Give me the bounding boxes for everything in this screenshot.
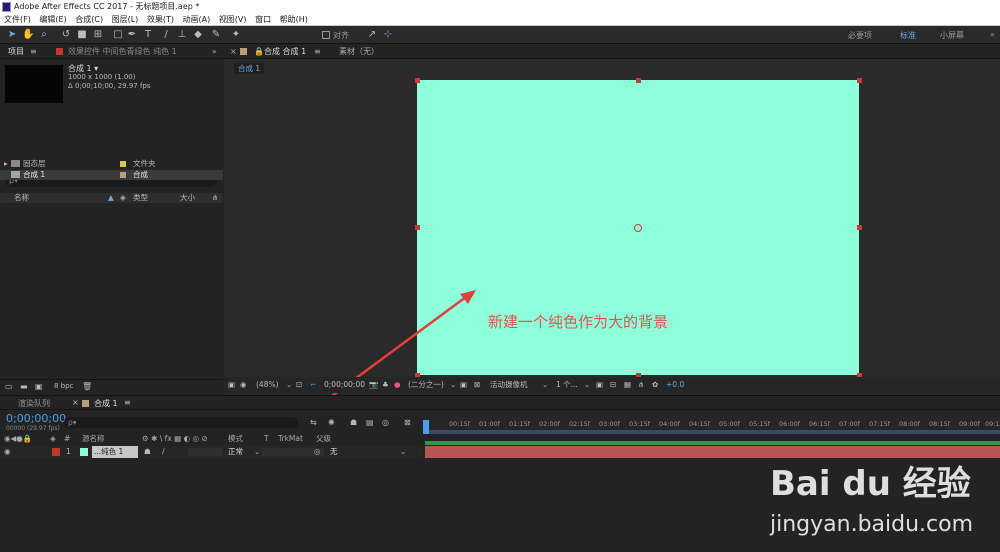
chevron-down-icon[interactable]: ⌄	[584, 377, 590, 393]
ruler-tick: 01:00f	[479, 420, 501, 428]
exposure-value[interactable]: +0.0	[666, 377, 684, 393]
hide-shy-icon[interactable]: ☗	[350, 418, 357, 427]
comp-color-icon	[82, 400, 89, 407]
ruler-tick: 04:00f	[659, 420, 681, 428]
ruler-tick: 08:15f	[929, 420, 951, 428]
exposure-icon[interactable]: ✿	[652, 377, 658, 393]
viewer-timecode[interactable]: 0;00;00;00	[324, 377, 365, 393]
layer-label-icon[interactable]	[52, 448, 60, 456]
ruler-tick: 03:00f	[599, 420, 621, 428]
av-switches-icon[interactable]: ◉◀●🔒	[4, 434, 32, 444]
safe-margins-icon[interactable]: ⊡	[296, 377, 302, 393]
ruler-tick: 05:00f	[719, 420, 741, 428]
frame-rate-info: 00000 (29.97 fps)	[6, 425, 60, 432]
views-dropdown[interactable]: 1 个...	[556, 377, 578, 393]
chevron-down-icon[interactable]: ⌄	[254, 446, 260, 458]
chevron-down-icon[interactable]: ⌄	[542, 377, 548, 393]
roi-icon[interactable]: ▣	[460, 377, 467, 393]
number-col-icon[interactable]: #	[64, 434, 70, 444]
chevron-down-icon[interactable]: ⌄	[286, 377, 292, 393]
parent-dropdown[interactable]: 无	[330, 446, 338, 458]
panel-menu-icon[interactable]: ≡	[124, 398, 131, 407]
ruler-tick: 07:00f	[839, 420, 861, 428]
layer-outline: ◉◀●🔒 ◈ # 源名称 ⚙ ✱ \ fx ▦ ◐ ◎ ⊘ 模式 T TrkMa…	[0, 434, 423, 552]
baidu-watermark: Bai du 经验 jingyan.baidu.com	[760, 446, 1000, 552]
timeline-comp-tab[interactable]: 合成 1	[94, 398, 118, 409]
timeline-tabs: 渲染队列 × 合成 1 ≡	[0, 396, 1000, 410]
fast-preview-icon[interactable]: ⊟	[610, 377, 616, 393]
eye-icon[interactable]: ◉	[4, 446, 11, 458]
channel-icon[interactable]: ●	[394, 377, 401, 393]
table-row[interactable]: ◉ 1 ...纯色 1 ☗ / 正常 ⌄ ◎ 无 ⌄	[0, 446, 423, 458]
chevron-down-icon[interactable]: ⌄	[450, 377, 456, 393]
layer-name[interactable]: ...纯色 1	[92, 446, 138, 458]
flowchart-icon[interactable]: ⋔	[638, 377, 644, 393]
ruler-tick: 02:00f	[539, 420, 561, 428]
ruler-tick: 08:00f	[899, 420, 921, 428]
ruler-tick: 04:15f	[689, 420, 711, 428]
render-queue-tab[interactable]: 渲染队列	[18, 398, 50, 409]
motion-blur-icon[interactable]: ◎	[382, 418, 389, 427]
col-trkmat[interactable]: TrkMat	[278, 434, 303, 444]
transparency-grid-icon[interactable]: ⊠	[474, 377, 480, 393]
quality-switch-icon[interactable]: /	[162, 446, 165, 458]
frame-blending-icon[interactable]: ▤	[366, 418, 374, 427]
resolution-dropdown[interactable]: (二分之一)	[408, 377, 444, 393]
layer-number: 1	[66, 447, 71, 456]
viewer-controls: ▣ ◉ (48%) ⌄ ⊡ ⌐ 0;00;00;00 📷 ♣ ● (二分之一) …	[224, 377, 1000, 393]
layer-mode-dropdown[interactable]: 正常	[228, 446, 243, 458]
chevron-down-icon[interactable]: ⌄	[400, 446, 406, 458]
ruler-tick: 01:15f	[509, 420, 531, 428]
ruler-tick: 03:15f	[629, 420, 651, 428]
ruler-tick: 09:15f	[985, 420, 1000, 428]
ruler-tick: 02:15f	[569, 420, 591, 428]
playhead-icon[interactable]	[423, 420, 429, 434]
layer-switches-icon[interactable]: ⚙ ✱ \ fx ▦ ◐ ◎ ⊘	[142, 434, 208, 444]
region-icon[interactable]: ⌐	[310, 377, 316, 393]
ruler-tick: 09:00f	[959, 420, 981, 428]
show-snapshot-icon[interactable]: ♣	[382, 377, 389, 393]
magnifier-icon[interactable]: ◉	[240, 377, 247, 393]
switch-boxes[interactable]	[188, 448, 222, 456]
toggle-pixel-icon[interactable]: ▣	[596, 377, 603, 393]
ruler-tick: 05:15f	[749, 420, 771, 428]
pick-whip-icon[interactable]: ◎	[314, 446, 321, 458]
always-preview-icon[interactable]: ▣	[228, 377, 235, 393]
layer-columns-header: ◉◀●🔒 ◈ # 源名称 ⚙ ✱ \ fx ▦ ◐ ◎ ⊘ 模式 T TrkMa…	[0, 434, 423, 444]
snapshot-icon[interactable]: 📷	[369, 377, 378, 393]
ruler-tick: 07:15f	[869, 420, 891, 428]
watermark-brand: Bai du 经验	[770, 464, 971, 504]
comp-duration-bar	[425, 441, 1000, 445]
draft-3d-icon[interactable]: ✺	[328, 418, 335, 427]
ruler-tick: 00:15f	[449, 420, 471, 428]
watermark-url: jingyan.baidu.com	[770, 512, 974, 537]
col-t[interactable]: T	[264, 434, 269, 444]
camera-dropdown[interactable]: 活动摄像机	[490, 377, 528, 393]
graph-editor-icon[interactable]: ⊠	[404, 418, 411, 427]
timeline-search-input[interactable]: ρ▾	[64, 417, 298, 428]
annotation-text: 新建一个纯色作为大的背景	[488, 313, 669, 331]
solid-swatch-icon	[80, 448, 88, 456]
col-mode[interactable]: 模式	[228, 434, 243, 444]
zoom-dropdown[interactable]: (48%)	[256, 377, 279, 393]
col-source-name[interactable]: 源名称	[82, 434, 105, 444]
close-tab-icon[interactable]: ×	[72, 398, 79, 407]
work-area-bar[interactable]	[425, 430, 1000, 434]
label-col-icon[interactable]: ◈	[50, 434, 56, 444]
ruler-tick: 06:15f	[809, 420, 831, 428]
comp-mini-flow-icon[interactable]: ⇆	[310, 418, 317, 427]
col-parent[interactable]: 父级	[316, 434, 331, 444]
timeline-icon[interactable]: ▦	[624, 377, 631, 393]
current-timecode[interactable]: 0;00;00;00	[6, 412, 66, 425]
ruler-tick: 06:00f	[779, 420, 801, 428]
shy-switch-icon[interactable]: ☗	[144, 446, 151, 458]
